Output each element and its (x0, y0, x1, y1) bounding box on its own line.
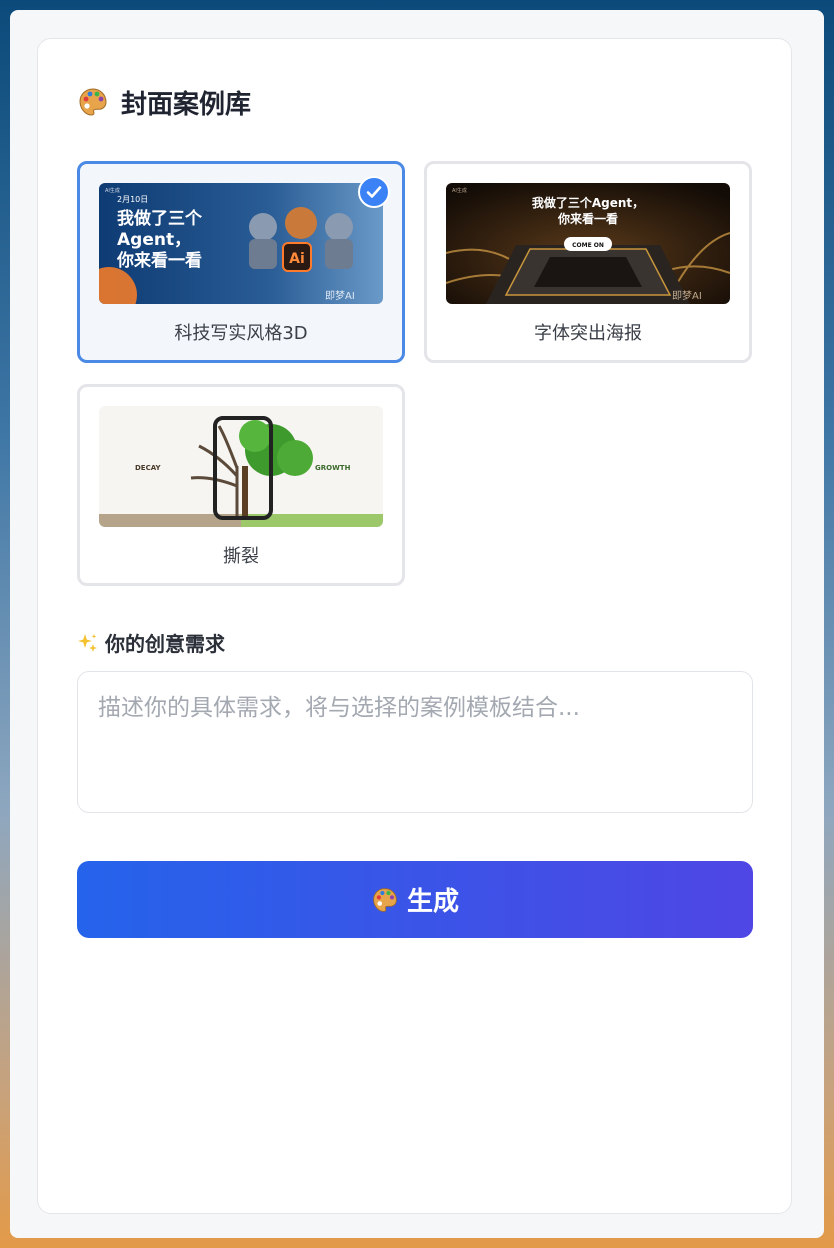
svg-text:AI生成: AI生成 (452, 187, 467, 194)
svg-text:AI生成: AI生成 (105, 187, 120, 194)
prompt-label-text: 你的创意需求 (105, 632, 225, 656)
case-thumbnail-font-poster: AI生成 我做了三个Agent， 你来看一看 COME ON 即梦AI (446, 183, 730, 304)
case-card-tear[interactable]: DECAY GROWTH 撕裂 (77, 384, 405, 586)
prompt-section-label: 你的创意需求 (77, 628, 225, 657)
case-card-label: 撕裂 (223, 546, 259, 567)
sparkles-icon (78, 633, 97, 652)
svg-text:我做了三个Agent，: 我做了三个Agent， (532, 195, 644, 210)
header: 封面案例库 (77, 84, 251, 120)
svg-text:COME ON: COME ON (572, 242, 604, 249)
svg-text:即梦AI: 即梦AI (672, 290, 702, 302)
palette-icon (79, 88, 107, 116)
ai-badge-text: Ai (289, 251, 305, 267)
case-card-tech-3d[interactable]: Ai AI生成 2月10日 我做了三个 Agent， 你来看一看 即梦AI 科技… (77, 161, 405, 363)
svg-text:你来看一看: 你来看一看 (116, 250, 202, 271)
svg-text:DECAY: DECAY (135, 464, 161, 472)
svg-text:即梦AI: 即梦AI (325, 290, 355, 302)
svg-text:Agent，: Agent， (117, 230, 191, 250)
svg-text:2月10日: 2月10日 (117, 195, 148, 204)
case-card-font-poster[interactable]: AI生成 我做了三个Agent， 你来看一看 COME ON 即梦AI 字体突出… (424, 161, 752, 363)
generate-button[interactable]: 生成 (77, 861, 753, 938)
case-card-label: 科技写实风格3D (174, 323, 308, 344)
selected-check-icon (358, 176, 390, 208)
svg-text:你来看一看: 你来看一看 (557, 211, 618, 226)
case-thumbnail-tech-3d: Ai AI生成 2月10日 我做了三个 Agent， 你来看一看 即梦AI (99, 183, 383, 304)
creative-prompt-input[interactable] (77, 671, 753, 813)
svg-text:GROWTH: GROWTH (315, 464, 351, 472)
generate-button-label: 生成 (406, 887, 459, 917)
svg-text:我做了三个: 我做了三个 (117, 208, 203, 229)
case-card-label: 字体突出海报 (534, 323, 642, 344)
palette-icon (373, 887, 397, 912)
case-thumbnail-tear: DECAY GROWTH (99, 406, 383, 527)
page-title: 封面案例库 (121, 89, 252, 120)
